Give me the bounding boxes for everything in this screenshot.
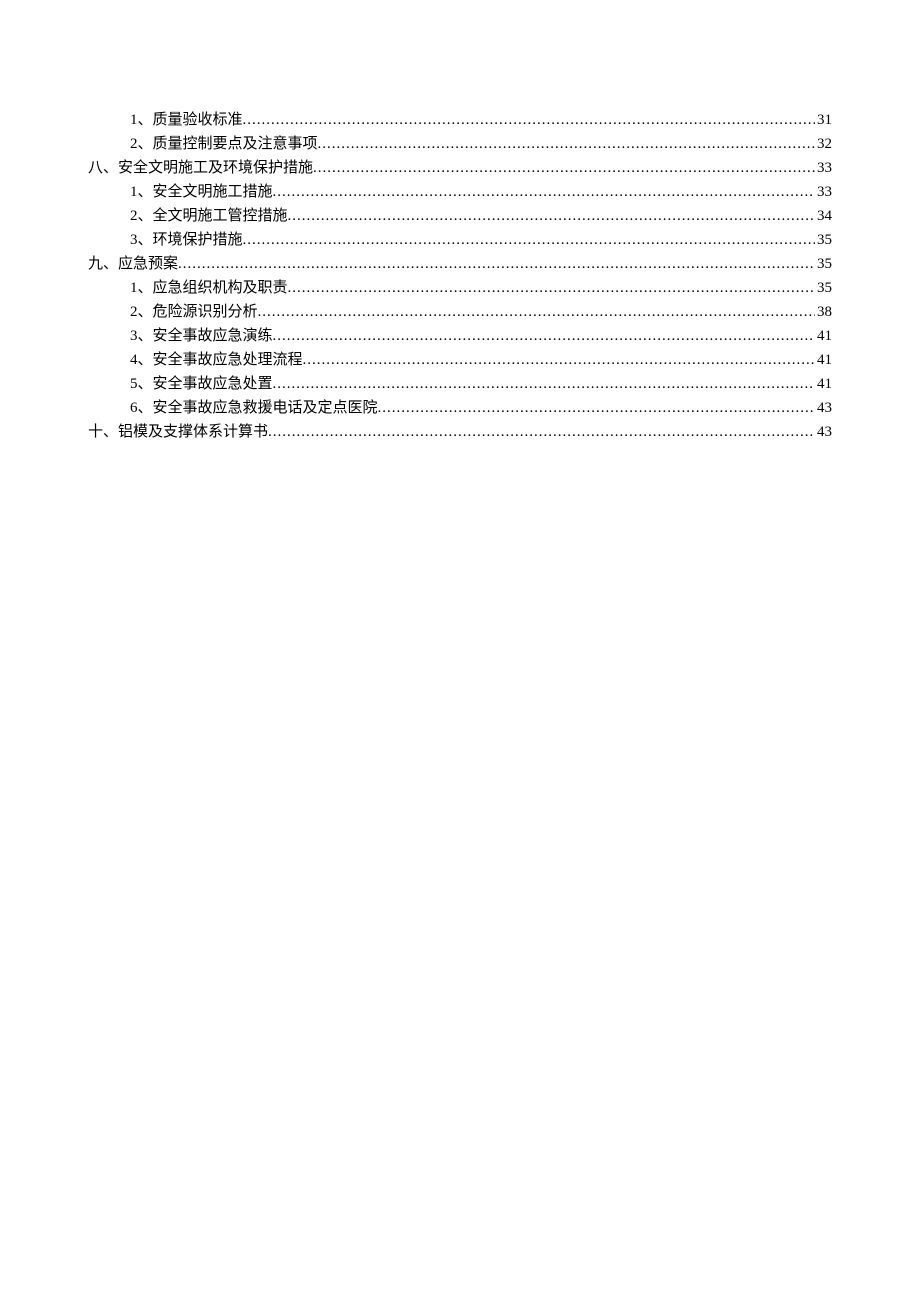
toc-leader-dots	[288, 276, 815, 300]
toc-leader-dots	[243, 108, 815, 132]
toc-leader-dots	[268, 420, 815, 444]
toc-page-number: 35	[817, 228, 832, 252]
toc-label: 2、质量控制要点及注意事项	[130, 132, 318, 156]
toc-label: 八、安全文明施工及环境保护措施	[88, 156, 313, 180]
toc-entry: 1、质量验收标准 31	[130, 108, 832, 132]
toc-page-number: 43	[817, 396, 832, 420]
toc-entry: 6、安全事故应急救援电话及定点医院 43	[130, 396, 832, 420]
toc-leader-dots	[288, 204, 815, 228]
toc-label: 1、质量验收标准	[130, 108, 243, 132]
toc-entry: 3、安全事故应急演练 41	[130, 324, 832, 348]
toc-page-number: 31	[817, 108, 832, 132]
toc-leader-dots	[243, 228, 815, 252]
toc-entry: 1、安全文明施工措施 33	[130, 180, 832, 204]
toc-label: 十、铝模及支撑体系计算书	[88, 420, 268, 444]
toc-entry: 3、环境保护措施 35	[130, 228, 832, 252]
toc-leader-dots	[318, 132, 815, 156]
table-of-contents: 1、质量验收标准 31 2、质量控制要点及注意事项 32 八、安全文明施工及环境…	[88, 108, 832, 444]
toc-leader-dots	[273, 180, 815, 204]
toc-leader-dots	[303, 348, 815, 372]
toc-page-number: 38	[817, 300, 832, 324]
toc-entry: 2、质量控制要点及注意事项 32	[130, 132, 832, 156]
toc-label: 九、应急预案	[88, 252, 178, 276]
toc-page-number: 35	[817, 252, 832, 276]
toc-label: 6、安全事故应急救援电话及定点医院	[130, 396, 378, 420]
toc-page-number: 35	[817, 276, 832, 300]
toc-entry: 1、应急组织机构及职责 35	[130, 276, 832, 300]
toc-entry: 八、安全文明施工及环境保护措施 33	[88, 156, 832, 180]
toc-label: 2、危险源识别分析	[130, 300, 258, 324]
toc-label: 4、安全事故应急处理流程	[130, 348, 303, 372]
toc-label: 1、应急组织机构及职责	[130, 276, 288, 300]
toc-entry: 2、危险源识别分析 38	[130, 300, 832, 324]
toc-label: 5、安全事故应急处置	[130, 372, 273, 396]
toc-leader-dots	[178, 252, 815, 276]
toc-page-number: 41	[817, 348, 832, 372]
toc-page-number: 43	[817, 420, 832, 444]
toc-leader-dots	[273, 372, 815, 396]
toc-label: 3、安全事故应急演练	[130, 324, 273, 348]
toc-page-number: 33	[817, 180, 832, 204]
toc-page-number: 32	[817, 132, 832, 156]
toc-page-number: 34	[817, 204, 832, 228]
toc-leader-dots	[258, 300, 815, 324]
toc-label: 3、环境保护措施	[130, 228, 243, 252]
toc-leader-dots	[273, 324, 815, 348]
toc-entry: 4、安全事故应急处理流程 41	[130, 348, 832, 372]
toc-label: 1、安全文明施工措施	[130, 180, 273, 204]
toc-page-number: 41	[817, 372, 832, 396]
toc-leader-dots	[313, 156, 815, 180]
toc-entry: 九、应急预案 35	[88, 252, 832, 276]
toc-page-number: 41	[817, 324, 832, 348]
toc-label: 2、全文明施工管控措施	[130, 204, 288, 228]
toc-entry: 十、铝模及支撑体系计算书 43	[88, 420, 832, 444]
toc-leader-dots	[378, 396, 815, 420]
toc-page-number: 33	[817, 156, 832, 180]
toc-entry: 5、安全事故应急处置 41	[130, 372, 832, 396]
toc-entry: 2、全文明施工管控措施 34	[130, 204, 832, 228]
